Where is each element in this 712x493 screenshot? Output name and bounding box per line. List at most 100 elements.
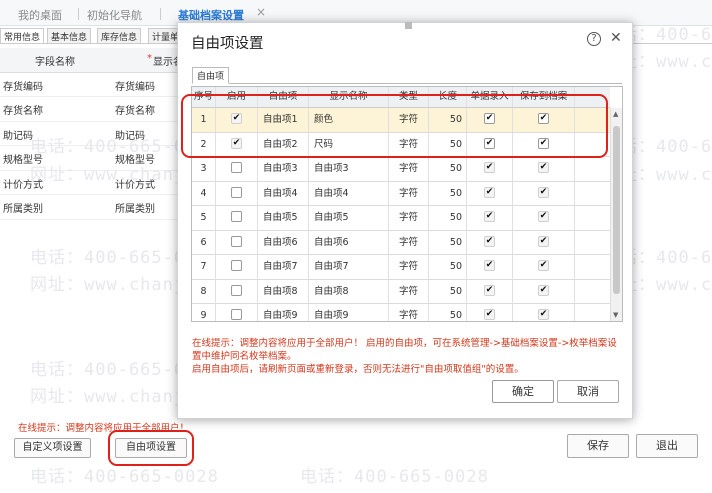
item-name: 自由项3 xyxy=(258,157,309,181)
free-item-settings-button[interactable]: 自由项设置 xyxy=(115,438,187,458)
col-save-archive-header: 保存到档案 xyxy=(513,87,575,107)
free-item-row[interactable]: 7 自由项7 自由项7 字符 50 ✔ ✔ xyxy=(192,255,610,280)
single-entry-checkbox[interactable]: ✔ xyxy=(484,137,495,149)
enabled-cell xyxy=(216,304,258,321)
length-cell[interactable]: 50 xyxy=(429,304,467,321)
length-cell[interactable]: 50 xyxy=(429,181,467,205)
enabled-checkbox[interactable] xyxy=(231,260,242,271)
ok-button[interactable]: 确定 xyxy=(492,380,554,403)
drag-handle[interactable] xyxy=(405,22,412,29)
free-item-row[interactable]: 2 ✔ 自由项2 尺码 字符 50 ✔ ✔ xyxy=(192,132,610,157)
subtab-common-info[interactable]: 常用信息 xyxy=(0,28,45,43)
type-cell[interactable]: 字符 xyxy=(389,108,429,132)
single-entry-checkbox[interactable]: ✔ xyxy=(484,113,495,124)
field-name: 存货名称 xyxy=(3,106,43,117)
length-cell[interactable]: 50 xyxy=(429,255,467,279)
close-icon[interactable]: ✕ xyxy=(610,30,622,46)
free-item-settings-dialog: 自由项设置 ? ✕ 自由项 序号 启用 自由项 显示名称 类型 长度 单据录入 … xyxy=(177,22,633,419)
row-number: 1 xyxy=(192,108,216,132)
enabled-cell xyxy=(216,279,258,303)
display-name-cell[interactable]: 自由项8 xyxy=(309,279,389,303)
subtab-inventory-info[interactable]: 库存信息 xyxy=(97,28,142,43)
enabled-checkbox[interactable] xyxy=(231,309,242,320)
free-item-row[interactable]: 5 自由项5 自由项5 字符 50 ✔ ✔ xyxy=(192,206,610,231)
length-cell[interactable]: 50 xyxy=(429,108,467,132)
dialog-title: 自由项设置 xyxy=(191,36,264,52)
single-entry-cell: ✔ xyxy=(467,181,513,205)
col-item-header: 自由项 xyxy=(258,87,309,107)
single-entry-checkbox: ✔ xyxy=(484,235,495,247)
free-item-row[interactable]: 4 自由项4 自由项4 字符 50 ✔ ✔ xyxy=(192,181,610,206)
type-cell[interactable]: 字符 xyxy=(389,304,429,321)
enabled-cell xyxy=(216,157,258,181)
display-name-cell[interactable]: 自由项9 xyxy=(309,304,389,321)
free-item-row[interactable]: 9 自由项9 自由项9 字符 50 ✔ ✔ xyxy=(192,304,610,321)
field-row[interactable]: 存货编码 存货编码 xyxy=(0,73,200,97)
display-name-cell[interactable]: 自由项4 xyxy=(309,181,389,205)
col-enabled-header: 启用 xyxy=(216,87,258,107)
tab-basic-archive-settings[interactable]: 基础档案设置 xyxy=(178,7,244,23)
type-cell[interactable]: 字符 xyxy=(389,230,429,254)
type-cell[interactable]: 字符 xyxy=(389,206,429,230)
item-name: 自由项5 xyxy=(258,206,309,230)
scroll-thumb[interactable] xyxy=(613,126,620,294)
close-tab-icon[interactable]: × xyxy=(256,5,266,19)
type-cell[interactable]: 字符 xyxy=(389,132,429,156)
free-item-row[interactable]: 8 自由项8 自由项8 字符 50 ✔ ✔ xyxy=(192,279,610,304)
save-archive-cell: ✔ xyxy=(513,181,575,205)
enabled-checkbox[interactable] xyxy=(231,186,242,198)
field-row[interactable]: 存货名称 存货名称 xyxy=(0,97,200,122)
display-name-cell[interactable]: 自由项6 xyxy=(309,230,389,254)
length-cell[interactable]: 50 xyxy=(429,206,467,230)
subtab-basic-info[interactable]: 基本信息 xyxy=(47,28,92,43)
tab-init-nav[interactable]: 初始化导航 xyxy=(87,7,142,23)
row-filler xyxy=(575,133,610,157)
display-name-cell[interactable]: 自由项3 xyxy=(309,157,389,181)
enabled-checkbox[interactable] xyxy=(231,211,242,222)
type-cell[interactable]: 字符 xyxy=(389,157,429,181)
tab-my-desktop[interactable]: 我的桌面 xyxy=(18,7,62,23)
scroll-down-icon[interactable]: ▼ xyxy=(613,311,618,319)
enabled-checkbox[interactable] xyxy=(231,284,242,296)
grid-header: 序号 启用 自由项 显示名称 类型 长度 单据录入 保存到档案 xyxy=(192,87,610,108)
single-entry-cell: ✔ xyxy=(467,132,513,156)
save-button[interactable]: 保存 xyxy=(567,434,629,458)
display-name-cell[interactable]: 自由项7 xyxy=(309,255,389,279)
row-number: 2 xyxy=(192,132,216,156)
dialog-tab-bar: 自由项 xyxy=(192,67,622,84)
enabled-checkbox[interactable] xyxy=(231,162,242,173)
field-table-header: 字段名称 * 显示名 xyxy=(0,48,200,73)
free-item-row[interactable]: 6 自由项6 自由项6 字符 50 ✔ ✔ xyxy=(192,230,610,255)
online-tip: 在线提示：调整内容将应用于全部用户！ xyxy=(18,423,190,434)
field-row[interactable]: 所属类别 所属类别 xyxy=(0,195,200,220)
type-cell[interactable]: 字符 xyxy=(389,255,429,279)
type-cell[interactable]: 字符 xyxy=(389,181,429,205)
cancel-button[interactable]: 取消 xyxy=(557,380,619,403)
length-cell[interactable]: 50 xyxy=(429,157,467,181)
display-name-cell[interactable]: 尺码 xyxy=(309,132,389,156)
help-icon[interactable]: ? xyxy=(587,32,601,46)
single-entry-checkbox: ✔ xyxy=(484,211,495,222)
save-archive-checkbox[interactable]: ✔ xyxy=(538,137,549,149)
single-entry-checkbox: ✔ xyxy=(484,186,495,198)
save-archive-checkbox[interactable]: ✔ xyxy=(538,113,549,124)
free-item-row[interactable]: 1 ✔ 自由项1 颜色 字符 50 ✔ ✔ xyxy=(192,108,610,133)
type-cell[interactable]: 字符 xyxy=(389,279,429,303)
row-number: 8 xyxy=(192,279,216,303)
scroll-up-icon[interactable]: ▲ xyxy=(613,110,618,118)
save-archive-checkbox: ✔ xyxy=(538,211,549,222)
grid-scrollbar[interactable]: ▲ ▼ xyxy=(610,108,622,321)
length-cell[interactable]: 50 xyxy=(429,132,467,156)
display-name-cell[interactable]: 自由项5 xyxy=(309,206,389,230)
custom-item-settings-button[interactable]: 自定义项设置 xyxy=(14,438,91,458)
tab-free-item[interactable]: 自由项 xyxy=(192,67,230,84)
exit-button[interactable]: 退出 xyxy=(636,434,698,458)
free-item-row[interactable]: 3 自由项3 自由项3 字符 50 ✔ ✔ xyxy=(192,157,610,182)
enabled-checkbox: ✔ xyxy=(231,137,242,149)
enabled-checkbox[interactable] xyxy=(231,235,242,247)
length-cell[interactable]: 50 xyxy=(429,279,467,303)
display-name-cell[interactable]: 颜色 xyxy=(309,108,389,132)
single-entry-cell: ✔ xyxy=(467,279,513,303)
save-archive-cell: ✔ xyxy=(513,108,575,132)
length-cell[interactable]: 50 xyxy=(429,230,467,254)
